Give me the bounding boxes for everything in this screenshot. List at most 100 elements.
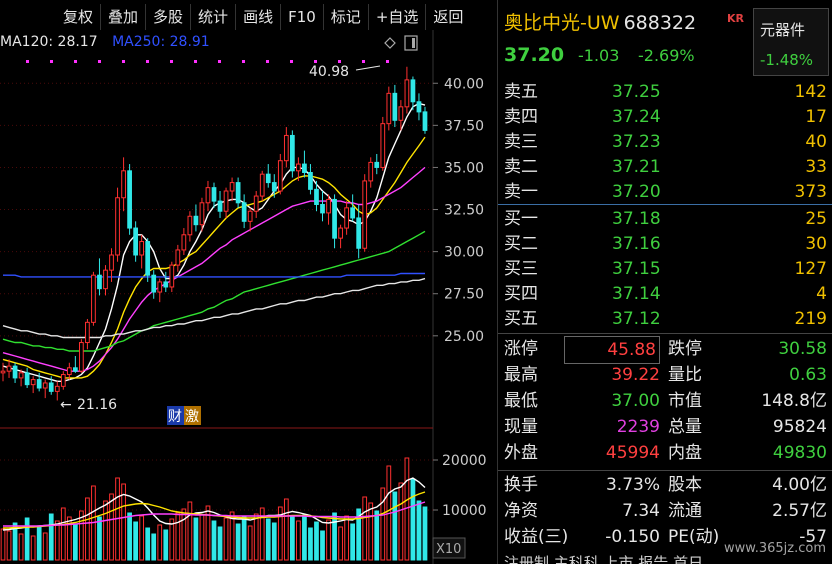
kline-chart-area[interactable]: 复权 叠加 多股 统计 画线 F10 标记 +自选 返回 MA120: 28.1…	[0, 0, 497, 564]
candle-body	[133, 227, 139, 256]
limit-up-value-text: 45.88	[564, 336, 660, 364]
candle-body	[12, 365, 18, 379]
candle-body	[103, 269, 108, 290]
low-annotation-arrow: ←	[60, 397, 72, 413]
mcap-label: 市值	[668, 391, 702, 411]
ask-row-3[interactable]: 卖三 37.23 40	[498, 130, 832, 155]
bid-volume: 30	[805, 234, 827, 254]
candle-body	[109, 254, 114, 271]
ask-label: 卖一	[504, 182, 538, 202]
event-marker	[74, 60, 77, 63]
volume-bar	[320, 530, 325, 561]
candle-body	[241, 202, 247, 222]
cur-vol-value: 2239	[616, 417, 660, 437]
candle-body	[416, 101, 422, 113]
volume-bar	[422, 506, 428, 561]
ask-volume: 33	[805, 157, 827, 177]
stock-code: 688322	[623, 12, 697, 34]
limit-up-value: 45.88	[564, 336, 660, 364]
eps-label: 收益(三)	[504, 527, 569, 547]
volume-bar	[283, 498, 289, 561]
bid-row-2[interactable]: 买二 37.16 30	[498, 232, 832, 257]
low-value: 37.00	[611, 391, 660, 411]
turnover-label: 换手	[504, 475, 538, 495]
volume-bar	[42, 532, 48, 561]
candle-body	[253, 195, 259, 212]
high-value: 39.22	[611, 365, 660, 385]
ask-row-1[interactable]: 卖一 37.20 373	[498, 180, 832, 205]
ask-price: 37.20	[612, 182, 661, 202]
volume-bar	[368, 502, 374, 561]
ask-row-5[interactable]: 卖五 37.25 142	[498, 80, 832, 105]
ask-price: 37.25	[612, 82, 661, 102]
stats-row-low: 最低 37.00 市值 148.8亿	[498, 388, 832, 414]
candle-body	[235, 182, 241, 204]
candle-body	[36, 379, 42, 389]
ma-line	[2, 230, 426, 352]
candle-body	[85, 321, 90, 344]
sector-box[interactable]: 元器件 -1.48%	[753, 8, 829, 76]
equity-label: 股本	[668, 475, 702, 495]
badge-finance[interactable]: 财	[168, 409, 182, 425]
volume-bar	[235, 523, 241, 561]
event-badges[interactable]: 财 激	[167, 406, 201, 425]
ask-volume: 17	[805, 107, 827, 127]
high-annotation-pointer	[355, 65, 381, 71]
bid-price: 37.14	[612, 284, 661, 304]
candle-body	[259, 173, 265, 197]
bid-volume: 219	[794, 309, 827, 329]
volume-bar	[302, 514, 307, 561]
candle-body	[344, 207, 349, 229]
candle-body	[79, 342, 84, 372]
ask-volume: 40	[805, 132, 827, 152]
volume-bar	[223, 517, 229, 561]
order-book-divider	[498, 204, 832, 205]
volume-bar	[127, 512, 132, 561]
volume-bar	[24, 517, 30, 561]
volume-bar	[163, 529, 169, 561]
last-price: 37.20	[504, 44, 565, 66]
price-tick-label: 40.00	[444, 76, 484, 92]
candle-body	[139, 241, 145, 256]
price-tick-label: 25.00	[444, 329, 484, 345]
stats-row-volume: 现量 2239 总量 95824	[498, 414, 832, 440]
candle-body	[338, 227, 343, 239]
volume-bar	[85, 497, 90, 561]
ask-row-2[interactable]: 卖二 37.21 33	[498, 155, 832, 180]
total-vol-value: 95824	[772, 417, 827, 437]
price-tick-label: 37.50	[444, 118, 484, 134]
bid-row-3[interactable]: 买三 37.15 127	[498, 257, 832, 282]
panel-toggle-icon[interactable]	[404, 35, 418, 51]
ma-line	[2, 277, 426, 339]
volume-bar	[392, 491, 398, 561]
ask-row-4[interactable]: 卖四 37.24 17	[498, 105, 832, 130]
volume-bar	[296, 520, 301, 561]
diamond-icon[interactable]	[384, 37, 396, 49]
stats-divider	[498, 333, 832, 334]
volume-bar	[338, 526, 343, 561]
candle-body	[211, 187, 217, 202]
badge-incentive[interactable]: 激	[185, 408, 199, 425]
volume-bar	[289, 516, 295, 561]
candle-body	[115, 197, 120, 256]
bid-row-4[interactable]: 买四 37.14 4	[498, 282, 832, 307]
ma-line	[2, 136, 426, 379]
volume-bar	[199, 514, 205, 561]
high-annotation: 40.98	[309, 64, 349, 80]
volume-bar	[326, 519, 331, 561]
candle-body	[368, 161, 374, 182]
event-marker	[362, 60, 365, 63]
watermark: www.365jz.com	[724, 541, 826, 556]
ask-volume: 373	[794, 182, 827, 202]
mcap-value: 148.8亿	[761, 391, 827, 411]
bid-row-1[interactable]: 买一 37.18 25	[498, 207, 832, 232]
candle-body	[91, 274, 96, 323]
info-tags-line: 注册制 主科科 上市 报告 首日	[504, 554, 704, 564]
price-tick-label: 35.00	[444, 160, 484, 176]
quote-header: 奥比中光-UW 688322 KR 37.20 -1.03 -2.69% 元器件 …	[498, 0, 832, 80]
limit-up-label: 涨停	[504, 339, 538, 359]
bid-row-5[interactable]: 买五 37.12 219	[498, 307, 832, 332]
event-marker	[218, 60, 221, 63]
bid-volume: 127	[794, 259, 827, 279]
volume-bar	[253, 513, 259, 561]
